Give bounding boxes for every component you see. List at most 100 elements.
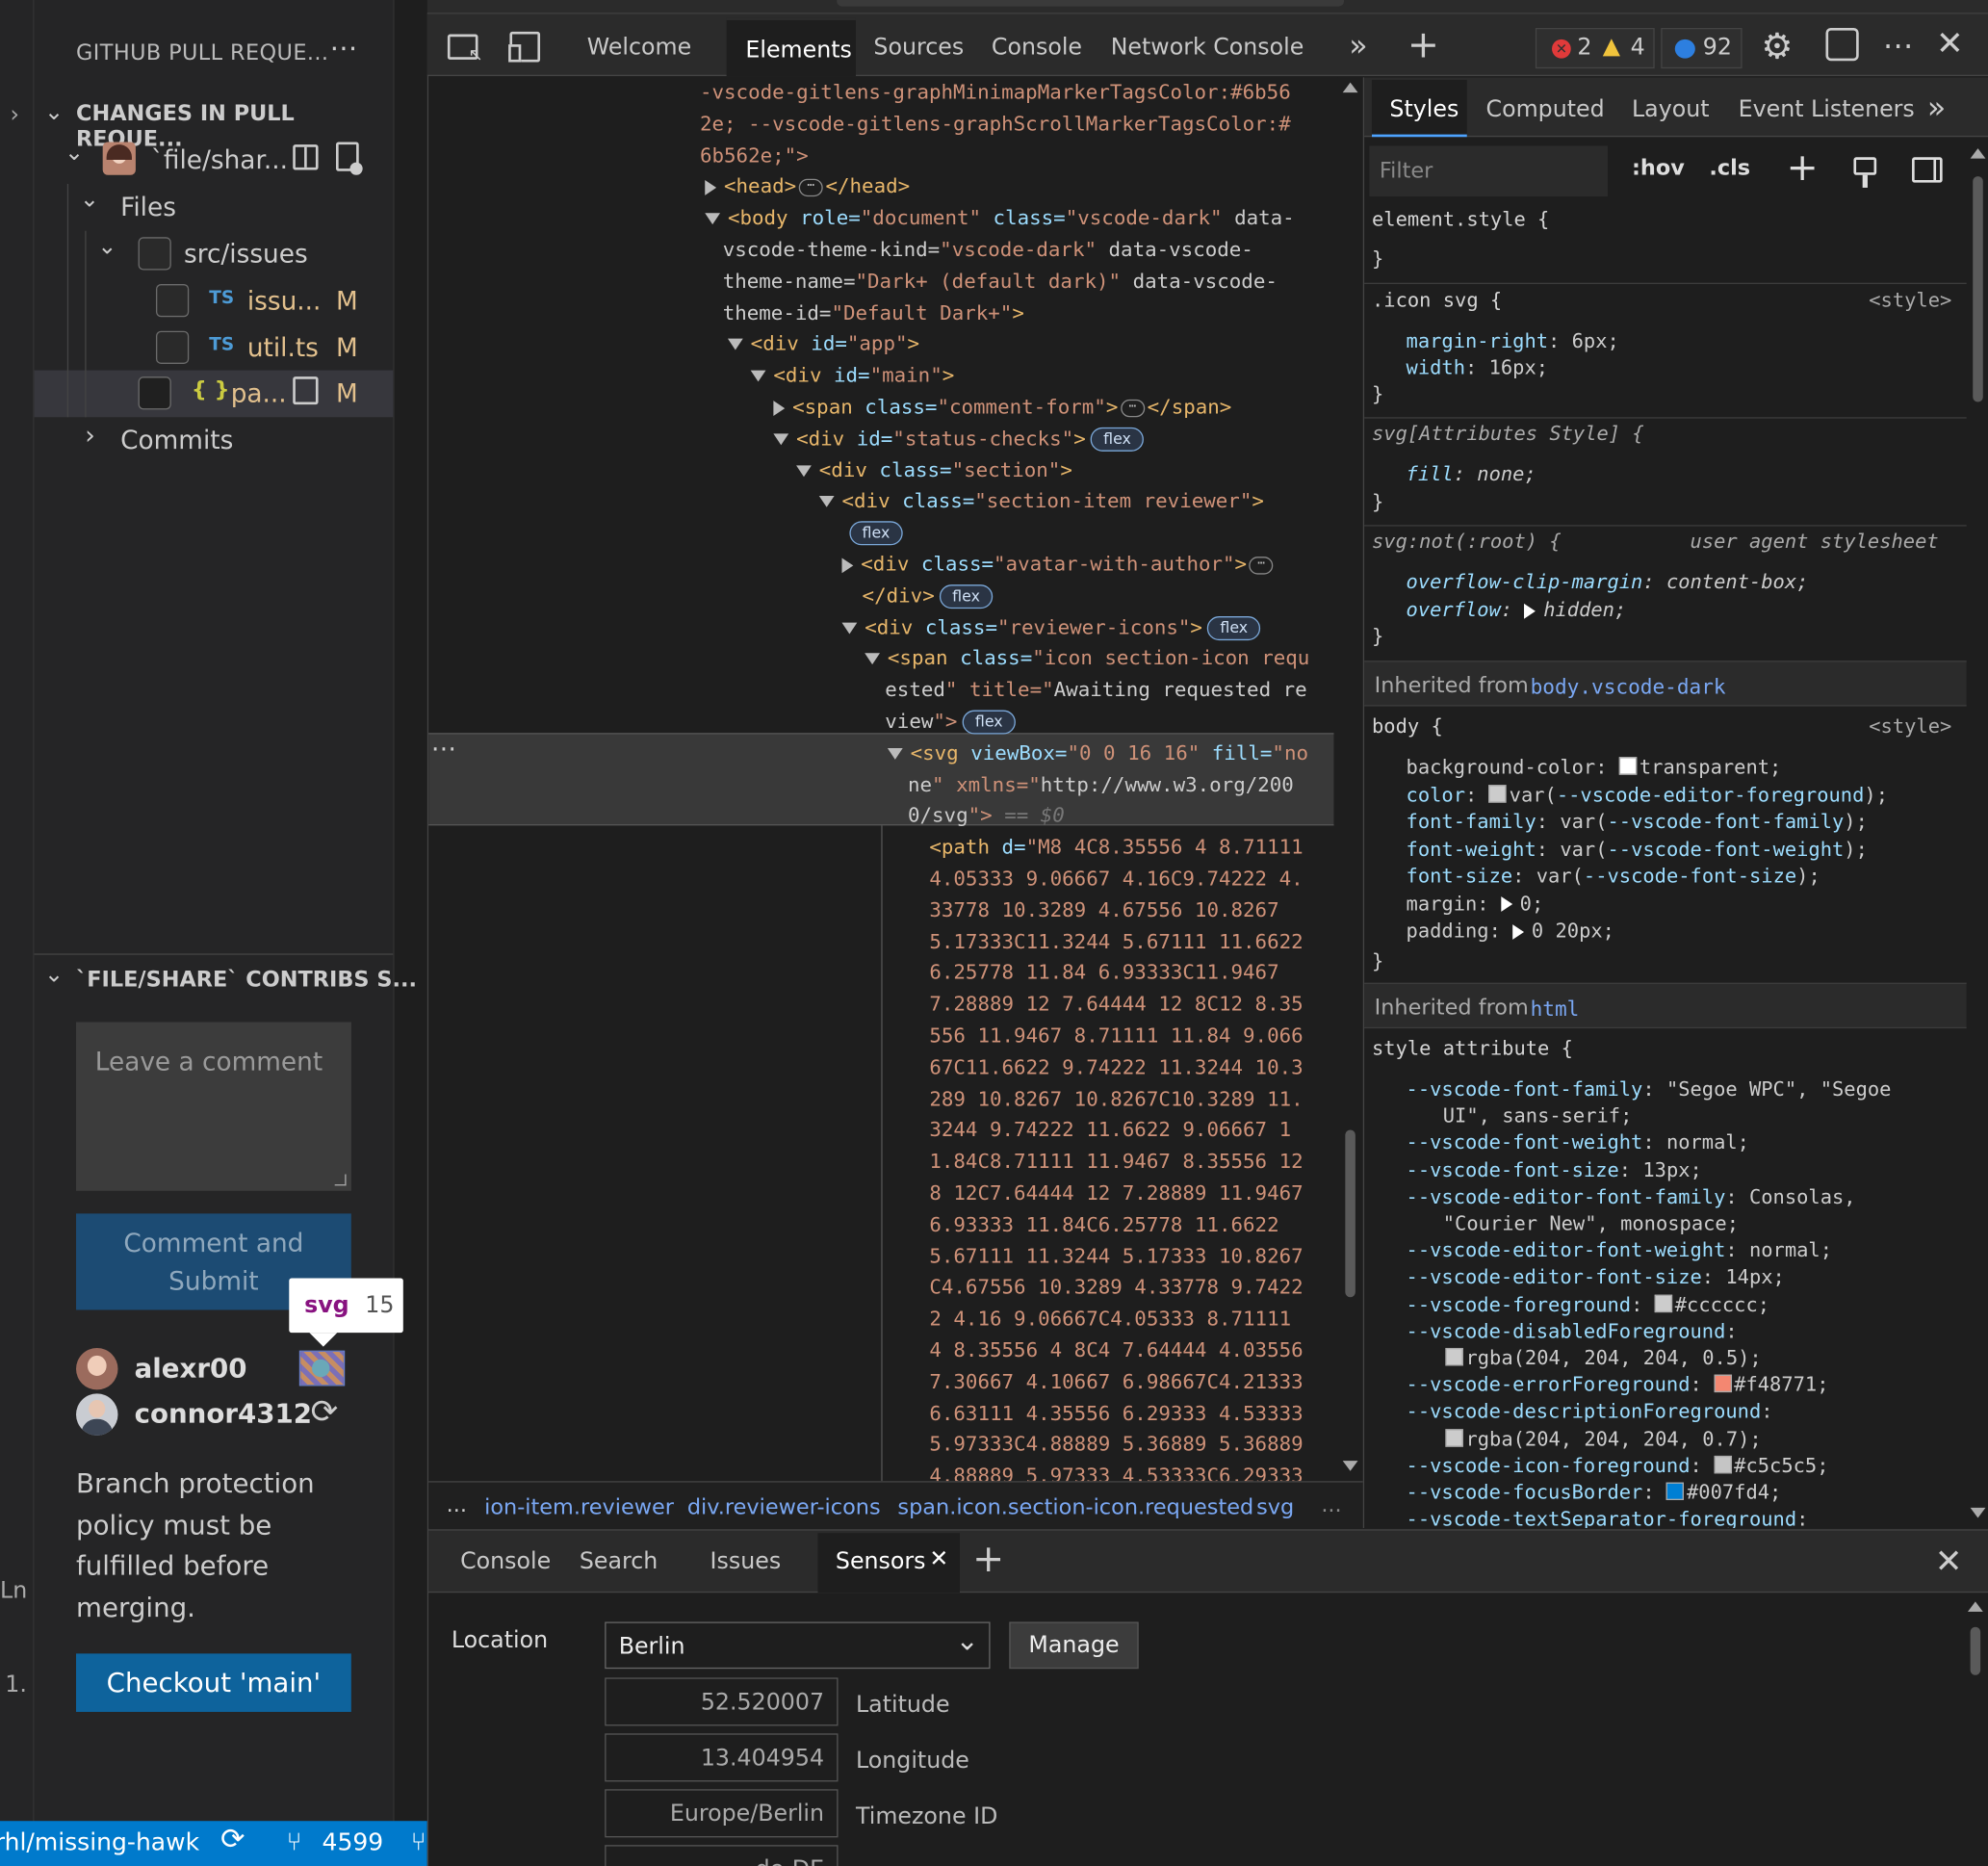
file-row[interactable]: TS issu... M — [35, 277, 394, 324]
color-swatch[interactable] — [1488, 784, 1508, 803]
style-property[interactable]: font-size: var(--vscode-font-size); — [1407, 864, 1820, 891]
files-group[interactable]: ⌄ Files — [35, 184, 394, 231]
style-property[interactable]: "Courier New", monospace; — [1443, 1211, 1739, 1238]
expand-triangle-icon[interactable] — [1524, 603, 1536, 619]
style-property[interactable]: color: var(--vscode-editor-foreground); — [1407, 782, 1888, 809]
file-checkbox[interactable] — [138, 376, 171, 410]
issues-counter[interactable]: 92 — [1661, 27, 1743, 69]
dom-node-line[interactable]: <head> ⋯ </head> — [705, 171, 910, 203]
color-swatch[interactable] — [1618, 757, 1638, 775]
expand-triangle-icon[interactable] — [841, 622, 858, 634]
dom-node-line[interactable]: C4.67556 10.3289 4.33778 9.7422 — [929, 1272, 1303, 1304]
tab-network-console[interactable]: Network Console — [1111, 35, 1304, 62]
file-checkbox[interactable] — [155, 284, 190, 318]
dom-node-line[interactable]: 6.63111 4.35556 6.29333 4.53333 — [929, 1398, 1303, 1430]
error-warning-counter[interactable]: ✕ 2 ▲ 4 — [1535, 27, 1655, 69]
open-file-icon[interactable] — [293, 376, 319, 405]
style-property[interactable]: rgba(204, 204, 204, 0.5); — [1445, 1345, 1762, 1372]
style-property[interactable]: --vscode-font-weight: normal; — [1407, 1130, 1749, 1157]
breadcrumb-item[interactable]: svg — [1256, 1495, 1294, 1520]
dom-node-line[interactable]: ested" title="Awaiting requested re — [885, 675, 1306, 707]
dom-node-line[interactable]: <div class="section-item reviewer"> — [818, 486, 1264, 518]
dom-node-line[interactable]: <div id="app"> — [727, 329, 919, 361]
drawer-tab-console[interactable]: Console — [460, 1548, 551, 1575]
pr-count[interactable]: 4599 — [323, 1828, 384, 1856]
dom-node-line[interactable]: 289 10.8267 10.8267C10.3289 11. — [929, 1084, 1303, 1116]
scroll-up-icon[interactable] — [1342, 82, 1358, 93]
chevron-right-icon[interactable]: › — [11, 101, 19, 128]
style-property[interactable]: --vscode-foreground: #cccccc; — [1407, 1291, 1770, 1318]
style-property[interactable]: font-family: var(--vscode-font-family); — [1407, 809, 1868, 836]
more-actions-icon[interactable]: ⋯ — [1883, 28, 1914, 64]
split-view-icon[interactable] — [293, 144, 319, 170]
section-header[interactable]: ⌄ CHANGES IN PULL REQUE... — [35, 96, 394, 152]
dom-node-line[interactable]: <div id="status-checks"> flex — [773, 424, 1145, 455]
dom-node-line[interactable]: ne" xmlns="http://www.w3.org/200 — [908, 769, 1294, 801]
tab-sources[interactable]: Sources — [873, 35, 964, 62]
style-property[interactable]: overflow-clip-margin: content-box; — [1407, 569, 1809, 596]
hov-toggle[interactable]: :hov — [1632, 156, 1685, 181]
rule-selector[interactable]: body { — [1372, 713, 1443, 740]
dom-node-line[interactable]: 5.17333C11.3244 5.67111 11.6622 — [929, 926, 1303, 958]
close-icon[interactable]: ✕ — [1936, 25, 1964, 64]
color-swatch[interactable] — [1714, 1374, 1732, 1393]
scroll-up-icon[interactable] — [1970, 148, 1986, 159]
scroll-down-icon[interactable] — [1970, 1507, 1986, 1518]
style-origin-link[interactable]: <style> — [1869, 288, 1951, 315]
dom-node-line[interactable]: <div class="reviewer-icons"> flex — [841, 612, 1261, 644]
style-property[interactable]: width: 16px; — [1407, 355, 1549, 382]
style-property[interactable]: --vscode-font-family: "Segoe WPC", "Sego… — [1407, 1076, 1892, 1103]
dom-node-line[interactable]: -vscode-gitlens-graphMinimapMarkerTagsCo… — [700, 77, 1291, 109]
ellipsis-icon[interactable]: ⋯ — [798, 178, 823, 196]
comment-textarea[interactable]: Leave a comment — [76, 1022, 351, 1191]
rule-selector[interactable]: element.style { — [1372, 207, 1549, 234]
style-property[interactable]: --vscode-editor-font-family: Consolas, — [1407, 1184, 1856, 1211]
locale-input[interactable]: de-DE — [605, 1845, 839, 1866]
style-property[interactable]: rgba(204, 204, 204, 0.7); — [1445, 1426, 1762, 1453]
filter-input[interactable]: Filter — [1369, 145, 1608, 197]
folder-checkbox[interactable] — [138, 237, 171, 271]
dom-node-line[interactable]: <div class="avatar-with-author"> ⋯ — [841, 549, 1276, 581]
style-property[interactable]: font-weight: var(--vscode-font-weight); — [1407, 837, 1868, 864]
style-property[interactable]: --vscode-errorForeground: #f48771; — [1407, 1372, 1829, 1399]
file-row-selected[interactable]: { } pa... M — [34, 370, 394, 418]
sync-icon[interactable]: ⟳ — [220, 1824, 245, 1856]
file-row[interactable]: TS util.ts M — [35, 324, 394, 372]
style-origin-link[interactable]: <style> — [1869, 713, 1951, 740]
style-property[interactable]: --vscode-descriptionForeground: — [1407, 1399, 1773, 1426]
dom-node-line[interactable]: <div id="main"> — [750, 360, 954, 392]
color-swatch[interactable] — [1445, 1428, 1463, 1447]
rule-selector[interactable]: svg[Attributes Style] { — [1372, 421, 1644, 448]
style-property[interactable]: --vscode-focusBorder: #007fd4; — [1407, 1480, 1782, 1507]
paint-icon[interactable] — [1853, 157, 1877, 188]
flex-badge[interactable]: flex — [939, 583, 994, 609]
scroll-up-icon[interactable] — [1967, 1601, 1983, 1612]
style-property[interactable]: --vscode-textSeparator-foreground: — [1407, 1507, 1809, 1528]
collapse-triangle-icon[interactable] — [841, 557, 854, 573]
dom-node-line[interactable]: 8 12C7.64444 12 7.28889 11.9467 — [929, 1178, 1303, 1209]
add-rule-icon[interactable]: + — [1787, 145, 1819, 190]
style-property[interactable]: margin-right: 6px; — [1407, 328, 1619, 355]
expand-triangle-icon[interactable] — [727, 339, 743, 351]
location-select[interactable]: Berlin ⌄ — [605, 1621, 991, 1670]
dom-node-line[interactable]: 6b562e;"> — [700, 141, 809, 172]
drawer-tab-sensors-active[interactable]: Sensors ✕ — [817, 1533, 960, 1594]
style-property[interactable]: --vscode-font-size: 13px; — [1407, 1157, 1702, 1184]
dom-node-line[interactable]: 0/svg"> == $0 — [908, 801, 1065, 833]
ellipsis-icon[interactable]: ⋯ — [1249, 556, 1274, 574]
rule-selector[interactable]: style attribute { — [1372, 1036, 1573, 1063]
flex-badge[interactable]: flex — [1090, 427, 1145, 452]
file-diff-icon[interactable] — [336, 142, 363, 175]
color-swatch[interactable] — [1445, 1347, 1463, 1366]
dom-node-line[interactable]: vscode-theme-kind="vscode-dark" data-vsc… — [723, 235, 1253, 267]
folder-row[interactable]: ⌄ src/issues — [35, 231, 394, 278]
dom-node-line[interactable]: flex — [844, 518, 903, 550]
dom-node-line[interactable]: 5.67111 11.3244 5.17333 10.8267 — [929, 1241, 1303, 1273]
color-swatch[interactable] — [1714, 1455, 1732, 1474]
inherited-link[interactable]: body.vscode-dark — [1531, 675, 1726, 699]
dom-node-line[interactable]: 2 4.16 9.06667C4.05333 8.71111 — [929, 1304, 1291, 1335]
inherited-link[interactable]: html — [1531, 997, 1580, 1021]
color-swatch[interactable] — [1654, 1294, 1673, 1312]
longitude-input[interactable]: 13.404954 — [605, 1733, 839, 1782]
drawer-scrollbar[interactable] — [1963, 1594, 1988, 1866]
